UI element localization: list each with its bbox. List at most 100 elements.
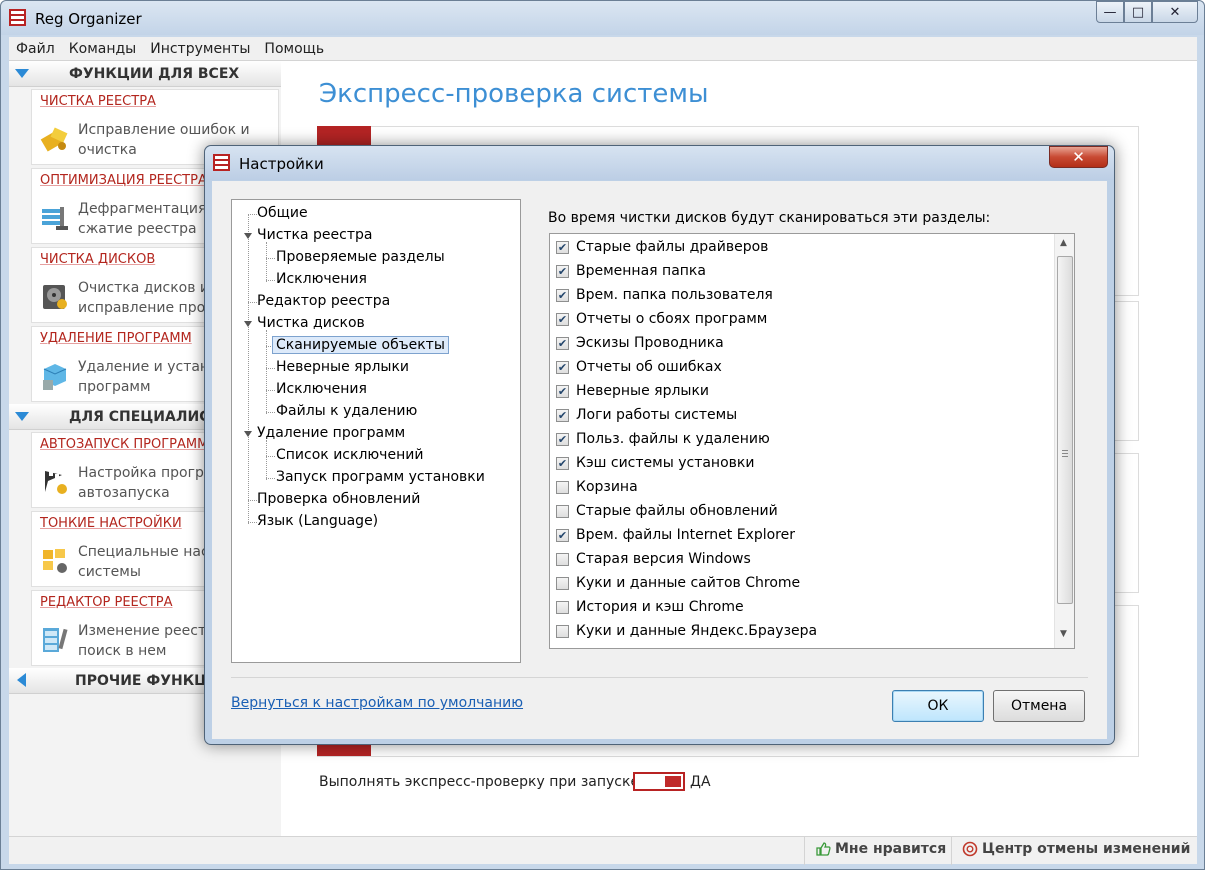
- autorun-icon: [45, 471, 67, 494]
- title-bar[interactable]: Reg Organizer — □ ✕: [1, 1, 1204, 35]
- scroll-down-icon[interactable]: ▼: [1060, 629, 1067, 639]
- checkbox[interactable]: ✔: [556, 456, 569, 470]
- scan-item-row[interactable]: История и кэш Chrome: [556, 596, 744, 618]
- scroll-thumb[interactable]: [1057, 256, 1073, 604]
- card-title[interactable]: РЕДАКТОР РЕЕСТРА: [40, 595, 173, 610]
- checkbox[interactable]: [556, 552, 569, 566]
- checkbox[interactable]: ✔: [556, 384, 569, 398]
- registry-optimize-icon: [42, 207, 68, 230]
- menu-file[interactable]: Файл: [9, 37, 62, 57]
- checkbox[interactable]: ✔: [556, 240, 569, 254]
- tree-item-scanned-objects[interactable]: Сканируемые объекты: [272, 336, 449, 354]
- checkbox[interactable]: ✔: [556, 288, 569, 302]
- tree-item-checked-sections[interactable]: Проверяемые разделы: [276, 249, 445, 265]
- tree-item-uninstall[interactable]: Удаление программ: [257, 425, 405, 441]
- checkbox[interactable]: [556, 504, 569, 518]
- checkbox[interactable]: ✔: [556, 264, 569, 278]
- checkbox[interactable]: [556, 576, 569, 590]
- uninstall-icon: [43, 364, 67, 390]
- scan-item-label: Старые файлы драйверов: [576, 239, 769, 255]
- scan-item-row[interactable]: ✔ Старые файлы драйверов: [556, 236, 768, 258]
- checkbox[interactable]: [556, 600, 569, 614]
- page-title: Экспресс-проверка системы: [319, 79, 709, 109]
- toggle-knob: [665, 776, 681, 787]
- card-title[interactable]: ТОНКИЕ НАСТРОЙКИ: [40, 516, 182, 531]
- ok-button[interactable]: ОК: [892, 690, 984, 722]
- checkbox[interactable]: ✔: [556, 408, 569, 422]
- tree-item-registry-clean[interactable]: Чистка реестра: [257, 227, 372, 243]
- card-title[interactable]: ЧИСТКА РЕЕСТРА: [40, 94, 156, 109]
- scan-item-label: Врем. папка пользователя: [576, 287, 773, 303]
- tree-item-exclusions[interactable]: Исключения: [276, 271, 367, 287]
- reset-defaults-link[interactable]: Вернуться к настройкам по умолчанию: [231, 695, 523, 711]
- menu-help[interactable]: Помощь: [257, 37, 331, 57]
- expand-arrow-icon[interactable]: [244, 233, 252, 239]
- scan-item-row[interactable]: ✔ Польз. файлы к удалению: [556, 428, 770, 450]
- tree-item-language[interactable]: Язык (Language): [257, 513, 378, 529]
- scan-item-label: История и кэш Chrome: [576, 599, 744, 615]
- scan-item-label: Старая версия Windows: [576, 551, 751, 567]
- checkbox[interactable]: [556, 624, 569, 638]
- vertical-scrollbar[interactable]: ▲ ▼: [1054, 234, 1074, 648]
- tree-item-registry-editor[interactable]: Редактор реестра: [257, 293, 390, 309]
- undo-center-button[interactable]: Центр отмены изменений: [962, 841, 1190, 857]
- checkbox[interactable]: ✔: [556, 528, 569, 542]
- card-title[interactable]: ОПТИМИЗАЦИЯ РЕЕСТРА: [40, 173, 207, 188]
- scan-item-row[interactable]: ✔ Эскизы Проводника: [556, 332, 724, 354]
- tree-item-exclusion-list[interactable]: Список исключений: [276, 447, 423, 463]
- tweaks-icon: [43, 549, 67, 573]
- scan-item-row[interactable]: Старые файлы обновлений: [556, 500, 778, 522]
- checkbox[interactable]: ✔: [556, 336, 569, 350]
- scan-item-row[interactable]: Куки и данные сайтов Chrome: [556, 572, 800, 594]
- scan-item-row[interactable]: Корзина: [556, 476, 638, 498]
- registry-editor-icon: [43, 628, 68, 652]
- tree-item-exclusions[interactable]: Исключения: [276, 381, 367, 397]
- expand-arrow-icon[interactable]: [244, 321, 252, 327]
- checkbox[interactable]: [556, 480, 569, 494]
- menu-bar: Файл Команды Инструменты Помощь: [9, 37, 1197, 61]
- maximize-button[interactable]: □: [1124, 1, 1152, 23]
- scan-item-row[interactable]: ✔ Временная папка: [556, 260, 706, 282]
- app-icon: [9, 9, 26, 26]
- collapse-arrow-icon: [15, 69, 29, 78]
- group-header-all[interactable]: ФУНКЦИИ ДЛЯ ВСЕХ: [9, 61, 281, 87]
- checkbox[interactable]: ✔: [556, 432, 569, 446]
- scan-item-label: Корзина: [576, 479, 638, 495]
- like-button[interactable]: Мне нравится: [815, 841, 946, 857]
- card-title[interactable]: АВТОЗАПУСК ПРОГРАММ: [40, 437, 208, 452]
- scan-item-label: Куки и данные сайтов Chrome: [576, 575, 801, 591]
- checkbox[interactable]: ✔: [556, 312, 569, 326]
- card-title[interactable]: УДАЛЕНИЕ ПРОГРАММ: [40, 331, 192, 346]
- tree-item-installer-launch[interactable]: Запуск программ установки: [276, 469, 485, 485]
- minimize-button[interactable]: —: [1096, 1, 1124, 23]
- collapse-arrow-icon: [15, 412, 29, 421]
- expand-arrow-icon[interactable]: [244, 431, 252, 437]
- express-check-label: Выполнять экспресс-проверку при запуске:: [319, 774, 644, 790]
- card-title[interactable]: ЧИСТКА ДИСКОВ: [40, 252, 155, 267]
- tree-item-update-check[interactable]: Проверка обновлений: [257, 491, 420, 507]
- tree-item-disk-clean[interactable]: Чистка дисков: [257, 315, 365, 331]
- dialog-title-bar[interactable]: Настройки ✕: [205, 146, 1114, 180]
- scan-item-row[interactable]: ✔ Врем. файлы Internet Explorer: [556, 524, 795, 546]
- scroll-up-icon[interactable]: ▲: [1060, 238, 1067, 248]
- dialog-close-button[interactable]: ✕: [1049, 146, 1108, 168]
- scan-item-row[interactable]: ✔ Логи работы системы: [556, 404, 737, 426]
- scan-item-row[interactable]: ✔ Отчеты об ошибках: [556, 356, 722, 378]
- menu-tools[interactable]: Инструменты: [143, 37, 257, 57]
- close-button[interactable]: ✕: [1152, 1, 1198, 23]
- express-check-toggle[interactable]: [633, 772, 685, 791]
- scan-item-row[interactable]: ✔ Врем. папка пользователя: [556, 284, 773, 306]
- tree-item-files-to-delete[interactable]: Файлы к удалению: [276, 403, 417, 419]
- cancel-button[interactable]: Отмена: [993, 690, 1085, 722]
- scan-item-row[interactable]: ✔ Неверные ярлыки: [556, 380, 709, 402]
- scan-item-row[interactable]: Старая версия Windows: [556, 548, 751, 570]
- scan-item-row[interactable]: Куки и данные Яндекс.Браузера: [556, 620, 817, 642]
- scan-item-row[interactable]: ✔ Отчеты о сбоях программ: [556, 308, 767, 330]
- checkbox[interactable]: ✔: [556, 360, 569, 374]
- scan-items-list: ✔ Старые файлы драйверов ✔ Временная папка ✔…: [549, 233, 1075, 649]
- scan-item-row[interactable]: ✔ Кэш системы установки: [556, 452, 754, 474]
- tree-item-general[interactable]: Общие: [257, 205, 308, 221]
- menu-commands[interactable]: Команды: [62, 37, 144, 57]
- status-bar: Мне нравится Центр отмены изменений: [9, 836, 1197, 865]
- tree-item-invalid-shortcuts[interactable]: Неверные ярлыки: [276, 359, 409, 375]
